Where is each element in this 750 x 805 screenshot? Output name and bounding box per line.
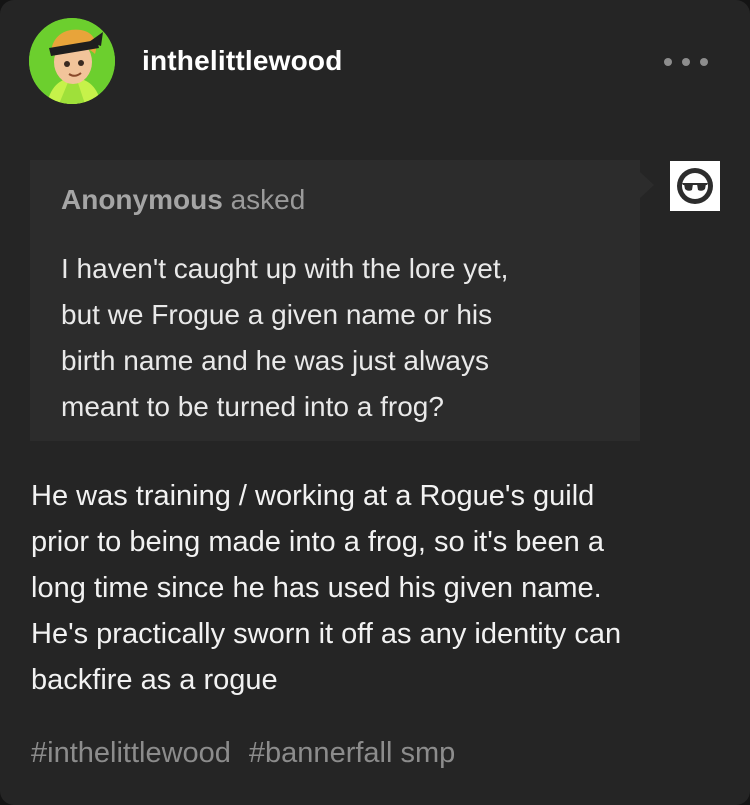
question-line: I haven't caught up with the lore yet,: [61, 253, 509, 284]
post-card: inthelittlewood Anonymous asked I haven'…: [0, 0, 750, 805]
question-line: birth name and he was just always: [61, 345, 489, 376]
more-dot: [664, 58, 672, 66]
user-avatar[interactable]: [29, 18, 115, 104]
post-username[interactable]: inthelittlewood: [142, 45, 343, 77]
post-tags: #inthelittlewood #bannerfall smp: [31, 737, 455, 770]
asked-line: Anonymous asked: [61, 184, 305, 216]
answer-line: prior to being made into a frog, so it's…: [31, 526, 604, 558]
answer-line: backfire as a rogue: [31, 664, 278, 696]
anonymous-asker-avatar: [670, 161, 720, 211]
more-dot: [682, 58, 690, 66]
sunglasses-face-icon: [677, 168, 713, 204]
answer-line: long time since he has used his given na…: [31, 572, 602, 604]
question-line: but we Frogue a given name or his: [61, 299, 493, 330]
tag-bannerfall-smp[interactable]: #bannerfall smp: [249, 737, 455, 770]
more-dot: [700, 58, 708, 66]
answer-line: He was training / working at a Rogue's g…: [31, 480, 595, 512]
question-text: I haven't caught up with the lore yet, b…: [61, 246, 621, 430]
question-line: meant to be turned into a frog?: [61, 391, 444, 422]
answer-text: He was training / working at a Rogue's g…: [31, 473, 731, 703]
character-avatar-icon: [29, 18, 115, 104]
ask-pointer: [640, 172, 654, 198]
asked-label: asked: [230, 184, 306, 215]
tag-inthelittlewood[interactable]: #inthelittlewood: [31, 737, 231, 770]
answer-line: He's practically sworn it off as any ide…: [31, 618, 622, 650]
asker-name: Anonymous: [61, 184, 223, 215]
more-options-icon[interactable]: [664, 50, 708, 74]
